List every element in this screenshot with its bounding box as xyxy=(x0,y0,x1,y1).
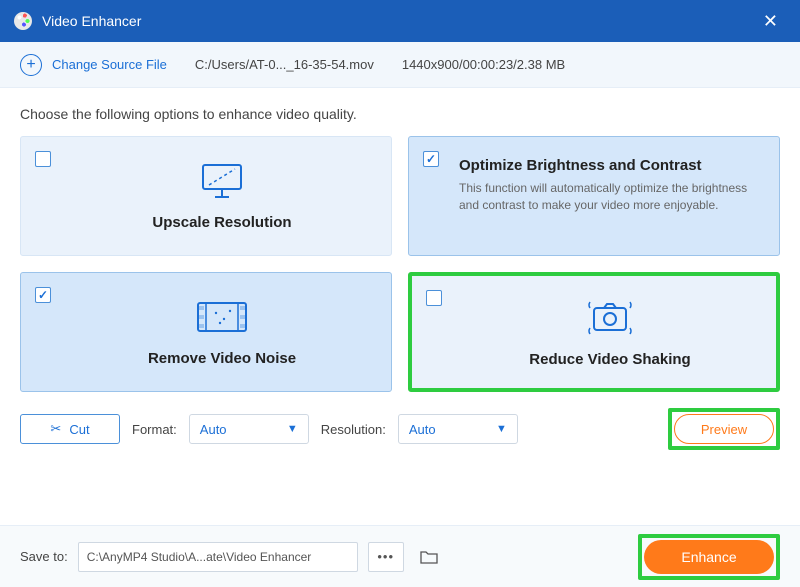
camera-shake-icon xyxy=(582,296,638,341)
window-title: Video Enhancer xyxy=(42,13,755,29)
checkbox-brightness[interactable] xyxy=(423,151,439,167)
scissors-icon: ✂ xyxy=(50,421,61,437)
preview-highlight: Preview xyxy=(668,408,780,450)
save-path-value: C:\AnyMP4 Studio\A...ate\Video Enhancer xyxy=(87,550,312,564)
preview-label: Preview xyxy=(701,422,747,437)
card-title: Reduce Video Shaking xyxy=(529,351,690,368)
browse-button[interactable]: ••• xyxy=(368,542,404,572)
save-to-label: Save to: xyxy=(20,549,68,564)
open-folder-button[interactable] xyxy=(414,542,444,572)
source-info: 1440x900/00:00:23/2.38 MB xyxy=(402,57,565,72)
footer-bar: Save to: C:\AnyMP4 Studio\A...ate\Video … xyxy=(0,525,800,587)
format-value: Auto xyxy=(200,422,227,437)
plus-icon: + xyxy=(20,54,42,76)
chevron-down-icon: ▼ xyxy=(287,423,298,435)
enhance-button[interactable]: Enhance xyxy=(644,540,774,574)
resolution-select[interactable]: Auto ▼ xyxy=(398,414,518,444)
toolbar: ✂ Cut Format: Auto ▼ Resolution: Auto ▼ … xyxy=(20,408,780,450)
format-select[interactable]: Auto ▼ xyxy=(189,414,309,444)
checkbox-shaking[interactable] xyxy=(426,290,442,306)
content-area: Choose the following options to enhance … xyxy=(0,88,800,525)
cut-label: Cut xyxy=(69,422,89,437)
cut-button[interactable]: ✂ Cut xyxy=(20,414,120,444)
card-reduce-shaking[interactable]: Reduce Video Shaking xyxy=(408,272,780,392)
palette-icon xyxy=(14,12,32,30)
folder-icon xyxy=(420,550,438,564)
resolution-value: Auto xyxy=(409,422,436,437)
checkbox-noise[interactable] xyxy=(35,287,51,303)
instruction-text: Choose the following options to enhance … xyxy=(20,106,780,122)
card-desc: This function will automatically optimiz… xyxy=(459,180,761,214)
title-bar: Video Enhancer ✕ xyxy=(0,0,800,42)
checkbox-upscale[interactable] xyxy=(35,151,51,167)
card-brightness-contrast[interactable]: Optimize Brightness and Contrast This fu… xyxy=(408,136,780,256)
enhance-label: Enhance xyxy=(681,549,736,565)
monitor-icon xyxy=(197,161,247,204)
chevron-down-icon: ▼ xyxy=(496,423,507,435)
card-title: Optimize Brightness and Contrast xyxy=(459,157,702,174)
source-path: C:/Users/AT-0..._16-35-54.mov xyxy=(195,57,374,72)
film-icon xyxy=(194,297,250,340)
card-upscale-resolution[interactable]: Upscale Resolution xyxy=(20,136,392,256)
enhance-highlight: Enhance xyxy=(638,534,780,580)
source-bar: + Change Source File C:/Users/AT-0..._16… xyxy=(0,42,800,88)
change-source-button[interactable]: + Change Source File xyxy=(20,54,167,76)
card-remove-noise[interactable]: Remove Video Noise xyxy=(20,272,392,392)
option-cards: Upscale Resolution Optimize Brightness a… xyxy=(20,136,780,392)
close-button[interactable]: ✕ xyxy=(755,7,786,36)
change-source-label: Change Source File xyxy=(52,57,167,72)
app-window: Video Enhancer ✕ + Change Source File C:… xyxy=(0,0,800,587)
card-title: Upscale Resolution xyxy=(152,214,291,231)
save-path-input[interactable]: C:\AnyMP4 Studio\A...ate\Video Enhancer xyxy=(78,542,358,572)
format-label: Format: xyxy=(132,422,177,437)
card-title: Remove Video Noise xyxy=(148,350,296,367)
preview-button[interactable]: Preview xyxy=(674,414,774,444)
resolution-label: Resolution: xyxy=(321,422,386,437)
